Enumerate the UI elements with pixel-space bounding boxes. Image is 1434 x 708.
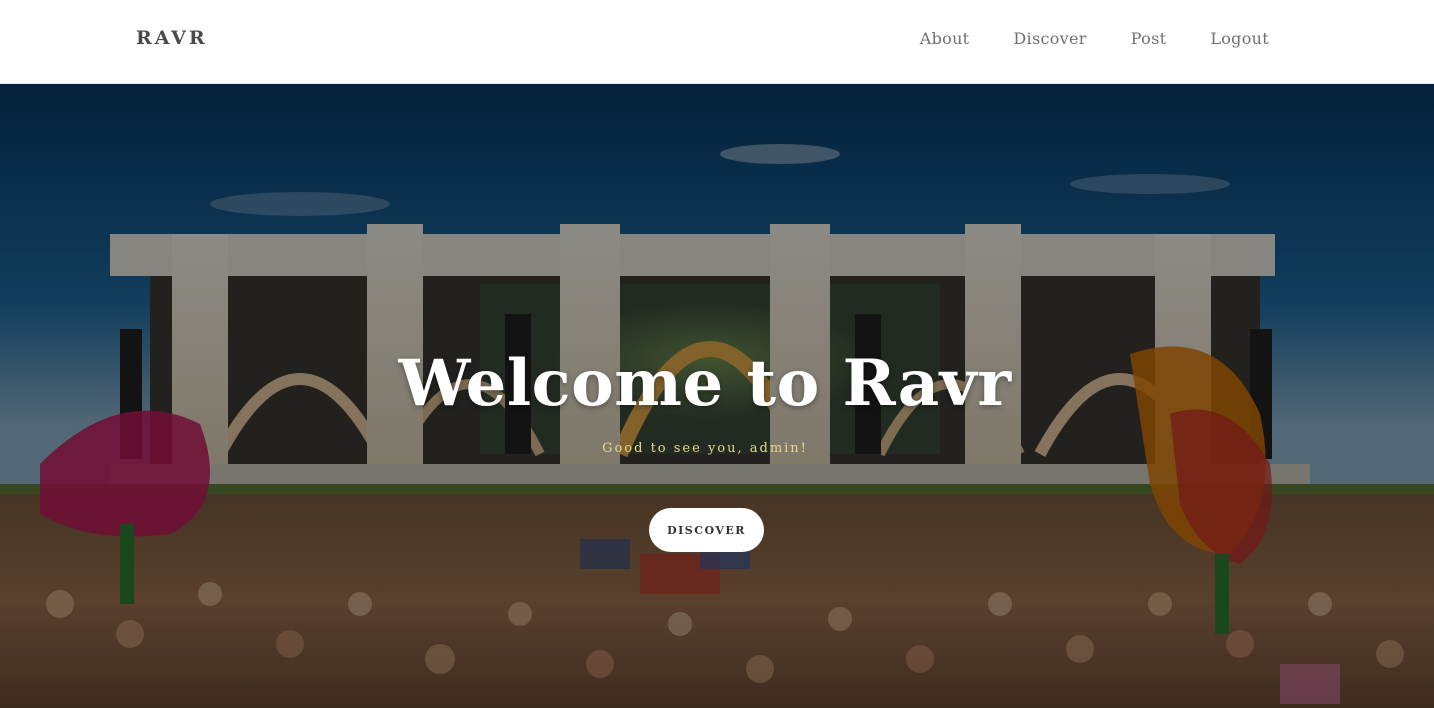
top-navbar: RAVR About Discover Post Logout xyxy=(0,0,1434,84)
discover-button[interactable]: DISCOVER xyxy=(649,508,764,552)
hero-section: Welcome to Ravr Good to see you, admin! … xyxy=(0,84,1434,708)
hero-title: Welcome to Ravr xyxy=(398,346,1012,421)
brand-logo[interactable]: RAVR xyxy=(136,27,208,49)
nav-link-discover[interactable]: Discover xyxy=(1013,29,1086,48)
hero-content: Welcome to Ravr Good to see you, admin! … xyxy=(0,84,1434,708)
hero-subtitle: Good to see you, admin! xyxy=(602,441,808,456)
nav-link-about[interactable]: About xyxy=(920,29,970,48)
nav-link-post[interactable]: Post xyxy=(1131,29,1167,48)
nav-link-logout[interactable]: Logout xyxy=(1210,29,1269,48)
nav-menu: About Discover Post Logout xyxy=(876,29,1269,48)
